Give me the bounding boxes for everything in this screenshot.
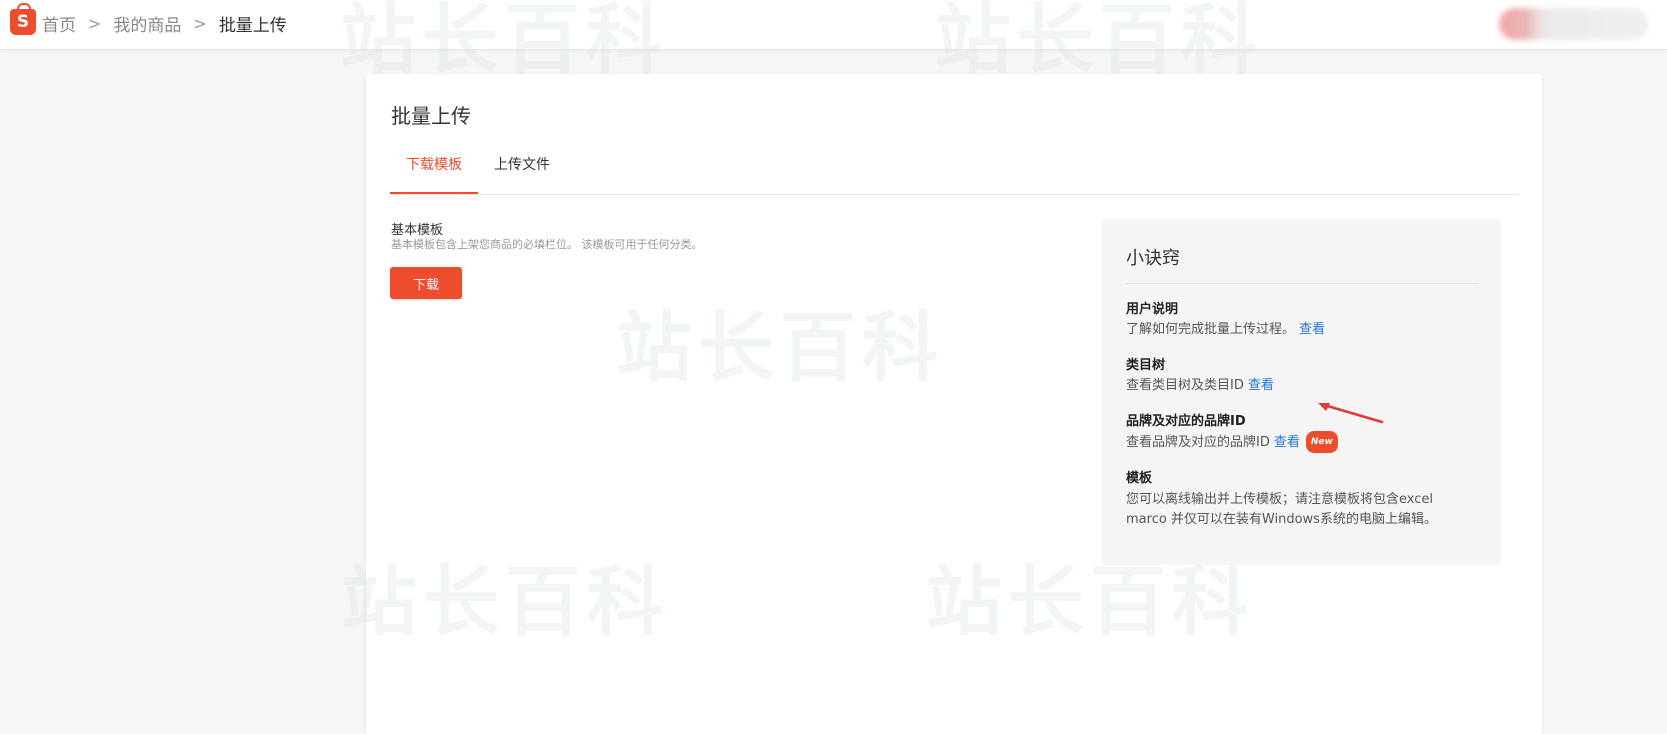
tip-text-user-guide: 了解如何完成批量上传过程。 查看: [1126, 322, 1326, 337]
new-badge: New: [1305, 431, 1338, 453]
watermark: 站长百科: [616, 303, 944, 392]
tip-heading-brand-id: 品牌及对应的品牌ID: [1126, 414, 1246, 429]
view-category-tree-link[interactable]: 查看: [1248, 378, 1274, 393]
breadcrumb-home[interactable]: 首页: [42, 11, 76, 36]
tips-title: 小诀窍: [1126, 248, 1180, 269]
tip-heading-template: 模板: [1126, 471, 1153, 486]
tab-divider: [390, 194, 1518, 195]
red-arrow-annotation-icon: [1318, 403, 1384, 424]
tip-heading-user-guide: 用户说明: [1126, 302, 1179, 317]
tab-download-template[interactable]: 下载模板: [390, 158, 478, 195]
tips-panel: 小诀窍 用户说明 了解如何完成批量上传过程。 查看 类目树 查看类目树及类目ID 查…: [1102, 219, 1501, 565]
chevron-right-icon: >: [193, 14, 207, 33]
shopee-logo-icon[interactable]: S: [10, 3, 36, 35]
chevron-right-icon: >: [88, 14, 102, 33]
tip-text-template: 您可以离线输出并上传模板；请注意模板将包含excel marco 并仅可以在装有…: [1126, 492, 1437, 527]
breadcrumb-my-products[interactable]: 我的商品: [113, 11, 181, 36]
tip-text-brand-id: 查看品牌及对应的品牌ID 查看 New: [1126, 431, 1338, 453]
top-bar: S 首页 > 我的商品 > 批量上传: [0, 0, 1667, 50]
tips-divider: [1126, 283, 1479, 284]
breadcrumb: 首页 > 我的商品 > 批量上传: [42, 11, 287, 36]
tab-upload-file[interactable]: 上传文件: [478, 158, 566, 195]
page-title: 批量上传: [391, 104, 471, 128]
breadcrumb-current: 批量上传: [218, 16, 287, 36]
view-brand-id-link[interactable]: 查看: [1274, 435, 1300, 450]
view-user-guide-link[interactable]: 查看: [1299, 322, 1325, 337]
tip-text-category-tree: 查看类目树及类目ID 查看: [1126, 378, 1274, 393]
user-account-blurred[interactable]: [1499, 8, 1649, 40]
tip-heading-category-tree: 类目树: [1126, 358, 1166, 373]
download-button[interactable]: 下载: [390, 267, 462, 299]
template-section-description: 基本模板包含上架您商品的必填栏位。 该模板可用于任何分类。: [391, 238, 703, 251]
watermark: 站长百科: [341, 557, 669, 646]
